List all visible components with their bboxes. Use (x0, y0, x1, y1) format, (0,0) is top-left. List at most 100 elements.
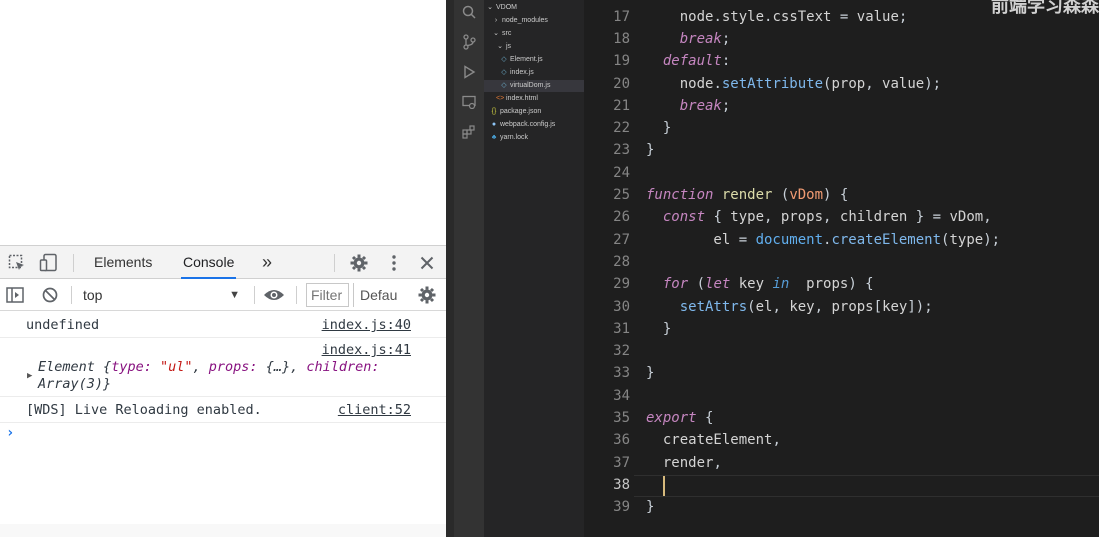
code-token: export (646, 410, 706, 426)
code-line: default: (646, 53, 730, 69)
line-number: 32 (613, 343, 630, 359)
code-token: , (764, 209, 781, 225)
console-settings-gear-icon[interactable] (416, 279, 438, 311)
code-line: } (646, 499, 654, 515)
explorer-folder-src[interactable]: ⌄ src (484, 28, 584, 40)
line-number: 35 (613, 410, 630, 426)
context-select[interactable]: top ▼ (76, 284, 246, 306)
explorer-folder-js[interactable]: ⌄ js (484, 41, 584, 53)
devtools-tab-bar: Elements Console » (0, 245, 446, 279)
line-number: 36 (613, 432, 630, 448)
code-token: } (646, 321, 672, 337)
explorer-folder-node-modules[interactable]: › node_modules (484, 15, 584, 27)
code-token: } (646, 120, 672, 136)
line-number: 37 (613, 455, 630, 471)
object-preview[interactable]: Element {type: "ul", props: {…}, childre… (38, 359, 418, 393)
explorer-file-index-js[interactable]: ◇ index.js (484, 67, 584, 79)
console-toolbar: top ▼ Defau (0, 279, 446, 311)
code-token: cssText (772, 9, 840, 25)
line-number: 28 (613, 254, 630, 270)
code-token: key (789, 299, 815, 315)
code-token: ; (898, 9, 908, 25)
code-token: break (646, 98, 722, 114)
line-number: 30 (613, 299, 630, 315)
code-token: break (646, 31, 722, 47)
code-token: , (772, 432, 781, 448)
source-link[interactable]: index.js:41 (322, 342, 411, 358)
search-icon[interactable] (459, 4, 479, 24)
device-toolbar-icon[interactable] (38, 246, 60, 280)
code-line: } (646, 142, 654, 158)
js-file-icon: ◇ (501, 56, 507, 63)
code-token: vDom (789, 187, 824, 203)
console-prompt-icon[interactable]: › (6, 425, 14, 441)
more-options-icon[interactable] (386, 246, 402, 280)
yarn-file-icon: ♣ (491, 134, 497, 141)
explorer-file-element-js[interactable]: ◇ Element.js (484, 54, 584, 66)
source-link[interactable]: client:52 (338, 402, 411, 418)
explorer-file-yarn-lock[interactable]: ♣ yarn.lock (484, 132, 584, 144)
code-token: = (839, 9, 857, 25)
run-debug-icon[interactable] (459, 64, 479, 84)
line-number: 33 (613, 365, 630, 381)
expand-triangle-icon[interactable]: ▶ (27, 371, 32, 381)
code-token: ) { (823, 187, 849, 203)
tab-elements[interactable]: Elements (92, 246, 154, 279)
explorer-folder-vdom[interactable]: ⌄ VDOM (484, 2, 584, 14)
chevron-down-icon: ⌄ (487, 4, 493, 11)
code-token: type (730, 209, 765, 225)
code-line: createElement, (646, 432, 781, 448)
window-divider (446, 0, 454, 537)
line-number: 39 (613, 499, 630, 515)
line-number: 27 (613, 232, 630, 248)
code-line: } (646, 120, 671, 136)
code-token: . (713, 9, 722, 25)
explorer-file-webpack-config[interactable]: ● webpack.config.js (484, 119, 584, 131)
console-output: undefined index.js:40 index.js:41 ▶ Elem… (0, 311, 446, 537)
code-token: } (646, 142, 655, 158)
sidebar-toggle-icon[interactable] (5, 279, 25, 311)
code-token: key (738, 276, 773, 292)
line-number: 18 (613, 31, 630, 47)
dropdown-caret-icon: ▼ (229, 289, 240, 301)
code-token: default (646, 53, 722, 69)
console-message: index.js:41 ▶ Element {type: "ul", props… (0, 338, 446, 397)
clear-console-icon[interactable] (40, 279, 60, 311)
explorer-file-virtualdom-js[interactable]: ◇ virtualDom.js (484, 80, 584, 92)
chevron-down-icon: ⌄ (497, 43, 503, 50)
explorer-file-index-html[interactable]: <> index.html (484, 93, 584, 105)
code-editor[interactable]: 前端学习森森 17 18 19 20 21 22 23 24 25 26 27 … (584, 0, 1099, 537)
code-token: } (646, 499, 655, 515)
code-line: } (646, 321, 671, 337)
explorer-file-package-json[interactable]: {} package.json (484, 106, 584, 118)
code-token: node (646, 76, 714, 92)
code-line: render, (646, 455, 722, 471)
tab-console[interactable]: Console (181, 246, 237, 279)
remote-explorer-icon[interactable] (459, 94, 479, 114)
close-icon[interactable] (418, 246, 436, 280)
line-number: 21 (613, 98, 630, 114)
code-token: , (772, 299, 790, 315)
divider (254, 286, 255, 304)
html-file-icon: <> (496, 95, 505, 102)
more-tabs-button[interactable]: » (260, 246, 274, 279)
settings-gear-icon[interactable] (348, 246, 370, 280)
file-explorer: ⌄ VDOM › node_modules ⌄ src ⌄ js ◇ Element.js… (484, 0, 584, 537)
source-link[interactable]: index.js:40 (322, 317, 411, 333)
line-number: 34 (613, 388, 630, 404)
log-levels-select[interactable]: Defau (353, 283, 408, 307)
source-control-icon[interactable] (459, 34, 479, 54)
browser-pane: Elements Console » top ▼ Defau (0, 0, 446, 537)
code-token: ) { (848, 276, 874, 292)
code-line: setAttrs(el, key, props[key]); (646, 299, 933, 315)
code-token: setAttribute (721, 76, 824, 92)
code-token: type (949, 232, 984, 248)
code-line: break; (646, 31, 731, 47)
inspect-element-icon[interactable] (6, 246, 28, 280)
extensions-icon[interactable] (459, 124, 479, 144)
line-number: 38 (613, 477, 630, 493)
eye-icon[interactable] (262, 279, 286, 311)
filter-input[interactable] (306, 283, 349, 307)
chevron-down-icon: ⌄ (493, 30, 499, 37)
code-token: } = (915, 209, 950, 225)
